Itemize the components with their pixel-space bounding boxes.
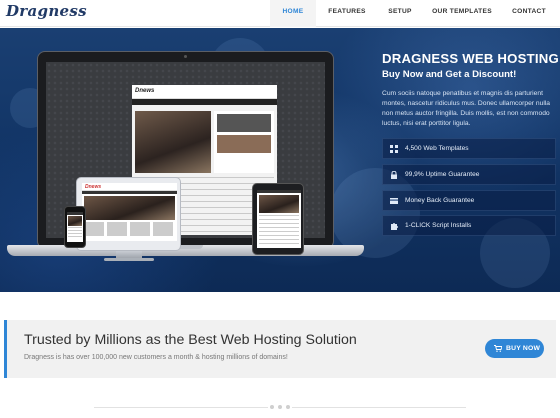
feature-label: Money Back Guarantee (405, 197, 475, 204)
buy-now-label: BUY NOW (506, 345, 541, 352)
preview-logo: Dnews (135, 88, 155, 94)
tablet-mockup (252, 183, 304, 255)
phone-screen (67, 212, 83, 242)
hero-subtitle: Buy Now and Get a Discount! (382, 69, 517, 80)
hero-banner: Dnews Dnews DRAGNESS WEB HOSTING Buy Now… (0, 28, 560, 292)
feature-uptime: 99,9% Uptime Guarantee (382, 164, 556, 185)
monitor-preview-thumbs (84, 222, 175, 236)
preview-header: Dnews (132, 85, 277, 99)
buy-now-button[interactable]: BUY NOW (485, 339, 544, 358)
preview-thumb (217, 114, 271, 132)
monitor-preview-header: Dnews (82, 183, 177, 191)
feature-money-back: Money Back Guarantee (382, 190, 556, 211)
laptop-base (7, 245, 364, 256)
phone-preview-menu (67, 212, 83, 215)
hero-description: Cum sociis natoque penatibus et magnis d… (382, 90, 551, 128)
cart-icon (494, 345, 502, 352)
monitor-screen: Dnews (82, 183, 177, 241)
tablet-preview-text (259, 215, 299, 245)
monitor-foot (104, 258, 154, 261)
monitor-preview-logo: Dnews (85, 184, 102, 190)
feature-label: 1-CLICK Script Installs (405, 222, 472, 229)
grid-icon (390, 145, 398, 153)
nav-features[interactable]: FEATURES (316, 0, 378, 27)
preview-menu-bar (132, 99, 277, 105)
logo-text: Dragness (6, 2, 87, 20)
nav-setup[interactable]: SETUP (378, 0, 422, 27)
phone-mockup (64, 206, 86, 248)
monitor-mockup: Dnews (76, 177, 181, 251)
cta-title: Trusted by Millions as the Best Web Host… (24, 332, 357, 348)
divider-dot (278, 405, 282, 409)
tablet-screen (257, 190, 301, 248)
puzzle-icon (391, 223, 398, 230)
preview-thumb (217, 135, 271, 153)
monitor-preview-menu (82, 191, 177, 194)
hero-title: DRAGNESS WEB HOSTING (382, 51, 559, 66)
lock-icon (391, 171, 397, 179)
top-navbar: Dragness HOME FEATURES SETUP OUR TEMPLAT… (0, 0, 560, 27)
tablet-preview-menu (257, 190, 301, 193)
feature-label: 99,9% Uptime Guarantee (405, 171, 480, 178)
cta-banner: Trusted by Millions as the Best Web Host… (4, 320, 556, 378)
nav-our-templates[interactable]: OUR TEMPLATES (422, 0, 502, 27)
cta-description: Dragness is has over 100,000 new custome… (24, 354, 288, 361)
nav-home[interactable]: HOME (270, 0, 316, 27)
feature-label: 4,500 Web Templates (405, 145, 469, 152)
credit-card-icon (390, 198, 398, 204)
feature-web-templates: 4,500 Web Templates (382, 138, 556, 159)
camera-dot (184, 55, 187, 58)
tablet-preview-image (259, 195, 299, 213)
divider-dot (286, 405, 290, 409)
phone-preview-text (68, 227, 82, 239)
divider-dots (268, 403, 292, 411)
phone-preview-image (68, 216, 82, 226)
preview-featured-image (135, 111, 211, 173)
feature-script-installs: 1-CLICK Script Installs (382, 215, 556, 236)
divider-dot (270, 405, 274, 409)
monitor-preview-image (84, 196, 175, 220)
preview-sidebar (214, 111, 274, 173)
site-logo[interactable]: Dragness (6, 2, 87, 20)
nav-contact[interactable]: CONTACT (502, 0, 556, 27)
